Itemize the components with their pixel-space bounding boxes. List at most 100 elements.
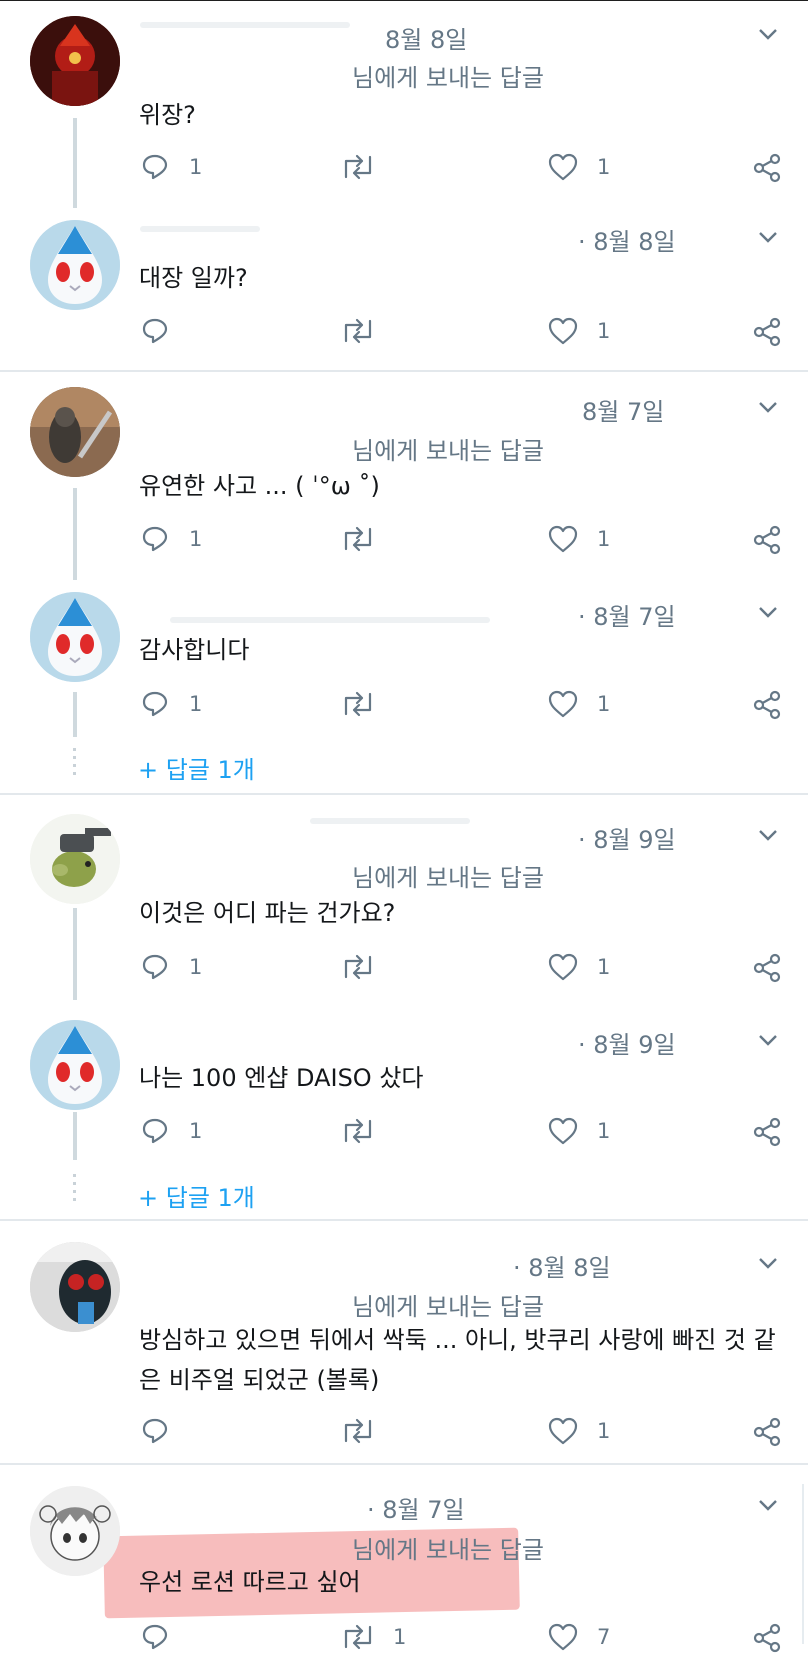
reply-to-label[interactable]: 님에게 보내는 답글	[352, 1287, 544, 1322]
tweet-text: 나는 100 엔샵 DAISO 샀다	[139, 1064, 424, 1092]
share-icon[interactable]	[752, 1117, 782, 1147]
thread-more-dots	[72, 748, 78, 780]
chevron-down-icon[interactable]	[756, 600, 780, 624]
like-count: 1	[597, 1119, 611, 1143]
reply-to-label[interactable]: 님에게 보내는 답글	[352, 1530, 544, 1565]
like-count: 1	[597, 527, 611, 551]
reply-icon[interactable]	[140, 152, 170, 182]
username-redacted	[140, 226, 260, 232]
like-icon[interactable]	[547, 689, 579, 719]
tweet-date[interactable]: 8월 8일	[385, 20, 467, 55]
like-icon[interactable]	[547, 1622, 579, 1652]
scrollbar-track[interactable]	[802, 1484, 804, 1644]
thread-separator	[0, 1463, 808, 1465]
thread-more-dots	[72, 1174, 78, 1206]
retweet-icon[interactable]	[340, 525, 376, 553]
reply-count: 1	[189, 1119, 203, 1143]
tweet-text: 위장?	[139, 101, 196, 129]
like-count: 1	[597, 692, 611, 716]
avatar[interactable]	[30, 1242, 120, 1332]
tweet-date[interactable]: · 8월 9일	[578, 820, 676, 855]
like-icon[interactable]	[547, 1416, 579, 1446]
reply-count: 1	[189, 692, 203, 716]
chevron-down-icon[interactable]	[756, 1493, 780, 1517]
retweet-icon[interactable]	[340, 690, 376, 718]
retweet-icon[interactable]	[340, 153, 376, 181]
thread-separator	[0, 793, 808, 795]
thread-line	[73, 1112, 77, 1160]
like-icon[interactable]	[547, 952, 579, 982]
like-icon[interactable]	[547, 152, 579, 182]
avatar[interactable]	[30, 387, 120, 477]
reply-icon[interactable]	[140, 689, 170, 719]
like-icon[interactable]	[547, 524, 579, 554]
tweet-date[interactable]: · 8월 7일	[578, 597, 676, 632]
tweet-text: 유연한 사고 ... ( ˈ°ω ˚)	[139, 472, 380, 500]
avatar[interactable]	[30, 592, 120, 682]
share-icon[interactable]	[752, 953, 782, 983]
thread-line	[73, 488, 77, 580]
chevron-down-icon[interactable]	[756, 1251, 780, 1275]
thread-line	[73, 908, 77, 1000]
retweet-count: 1	[393, 1625, 407, 1649]
share-icon[interactable]	[752, 525, 782, 555]
reply-icon[interactable]	[140, 316, 170, 346]
chevron-down-icon[interactable]	[756, 22, 780, 46]
username-redacted	[140, 22, 350, 28]
tweet-date[interactable]: · 8월 9일	[578, 1025, 676, 1060]
thread-separator	[0, 370, 808, 372]
chevron-down-icon[interactable]	[756, 823, 780, 847]
reply-icon[interactable]	[140, 1116, 170, 1146]
tweet-text: 방심하고 있으면 뒤에서 싹둑 ... 아니, 밧쿠리 사랑에 빠진 것 같은 …	[139, 1326, 776, 1394]
tweet-text: 감사합니다	[139, 636, 250, 664]
chevron-down-icon[interactable]	[756, 225, 780, 249]
avatar[interactable]	[30, 220, 120, 310]
retweet-icon[interactable]	[340, 317, 376, 345]
reply-icon[interactable]	[140, 1416, 170, 1446]
like-count: 1	[597, 1419, 611, 1443]
avatar[interactable]	[30, 1486, 120, 1576]
reply-to-label[interactable]: 님에게 보내는 답글	[352, 858, 544, 893]
like-icon[interactable]	[547, 316, 579, 346]
retweet-icon[interactable]	[340, 953, 376, 981]
top-border	[0, 0, 808, 1]
like-count: 1	[597, 155, 611, 179]
reply-to-label[interactable]: 님에게 보내는 답글	[352, 431, 544, 466]
retweet-icon[interactable]	[340, 1623, 376, 1651]
like-count: 7	[597, 1625, 611, 1649]
avatar[interactable]	[30, 1020, 120, 1110]
like-count: 1	[597, 319, 611, 343]
username-redacted	[310, 818, 470, 824]
show-more-replies-link[interactable]: + 답글 1개	[138, 750, 255, 785]
retweet-icon[interactable]	[340, 1417, 376, 1445]
tweet-date[interactable]: · 8월 8일	[578, 222, 676, 257]
tweet-date[interactable]: 8월 7일	[582, 392, 664, 427]
tweet-date[interactable]: · 8월 7일	[367, 1490, 465, 1525]
avatar[interactable]	[30, 814, 120, 904]
username-redacted	[170, 617, 490, 623]
share-icon[interactable]	[752, 1417, 782, 1447]
show-more-replies-link[interactable]: + 답글 1개	[138, 1178, 255, 1213]
chevron-down-icon[interactable]	[756, 395, 780, 419]
tweet-text: 이것은 어디 파는 건가요?	[139, 899, 396, 927]
share-icon[interactable]	[752, 1623, 782, 1653]
thread-line	[73, 118, 77, 208]
avatar[interactable]	[30, 16, 120, 106]
thread-line	[73, 692, 77, 737]
tweet-text: 우선 로션 따르고 싶어	[139, 1568, 361, 1596]
share-icon[interactable]	[752, 690, 782, 720]
share-icon[interactable]	[752, 317, 782, 347]
reply-to-label[interactable]: 님에게 보내는 답글	[352, 58, 544, 93]
retweet-icon[interactable]	[340, 1117, 376, 1145]
tweet-text: 대장 일까?	[139, 264, 248, 292]
reply-icon[interactable]	[140, 524, 170, 554]
reply-icon[interactable]	[140, 952, 170, 982]
reply-count: 1	[189, 155, 203, 179]
share-icon[interactable]	[752, 153, 782, 183]
tweet-date[interactable]: · 8월 8일	[513, 1248, 611, 1283]
like-count: 1	[597, 955, 611, 979]
reply-icon[interactable]	[140, 1622, 170, 1652]
reply-count: 1	[189, 955, 203, 979]
like-icon[interactable]	[547, 1116, 579, 1146]
chevron-down-icon[interactable]	[756, 1028, 780, 1052]
